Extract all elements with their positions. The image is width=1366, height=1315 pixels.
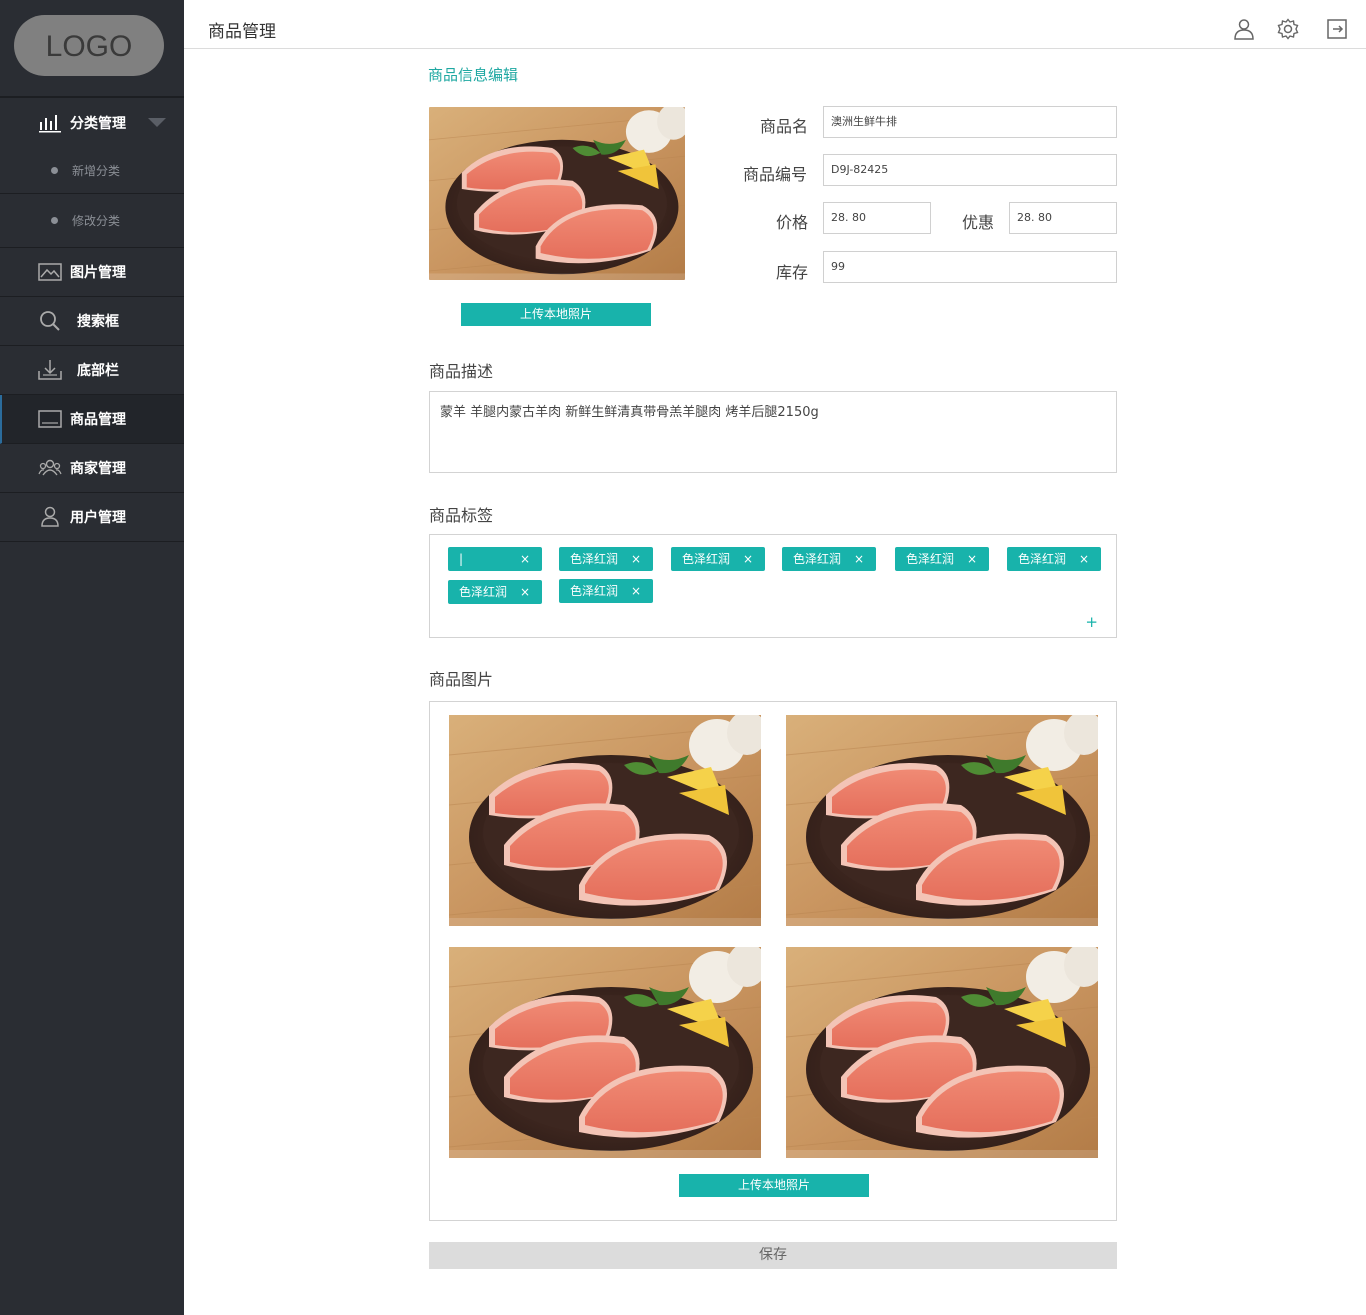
tag-label: 色泽红润 xyxy=(682,552,731,566)
discount-input[interactable]: 28. 80 xyxy=(1009,202,1117,234)
tag-label: 色泽红润 xyxy=(906,552,955,566)
tags-box: | × 色泽红润 × 色泽红润 × 色泽红润 × 色泽红润 × 色泽红润 × 色泽红润 × 色… xyxy=(429,534,1117,638)
sidebar-item-images[interactable]: 图片管理 xyxy=(0,248,184,297)
tag-chip[interactable]: 色泽红润 × xyxy=(1007,547,1101,571)
search-icon xyxy=(38,309,62,333)
sidebar-item-label: 商家管理 xyxy=(70,461,126,477)
editor-title: 商品信息编辑 xyxy=(428,66,519,84)
tag-chip[interactable]: 色泽红润 × xyxy=(559,547,653,571)
stock-input[interactable]: 99 xyxy=(823,251,1117,283)
sidebar-item-label: 底部栏 xyxy=(77,363,119,379)
sidebar-item-products[interactable]: 商品管理 xyxy=(0,395,184,444)
tag-chip[interactable]: 色泽红润 × xyxy=(782,547,876,571)
price-label: 价格 xyxy=(776,213,809,232)
upload-photo-button[interactable]: 上传本地照片 xyxy=(461,303,651,326)
tag-label: 色泽红润 xyxy=(459,585,508,599)
price-input[interactable]: 28. 80 xyxy=(823,202,931,234)
sidebar-item-label: 用户管理 xyxy=(70,510,126,526)
download-tray-icon xyxy=(38,358,62,382)
sidebar: LOGO 分类管理 新增分类 修改分类 图片管理 搜索框 底部栏 商品管理 商家… xyxy=(0,0,184,1315)
page-title: 商品管理 xyxy=(208,22,276,42)
tag-label: | xyxy=(459,552,464,566)
save-button[interactable]: 保存 xyxy=(429,1242,1117,1269)
product-name-label: 商品名 xyxy=(760,117,809,136)
stock-label: 库存 xyxy=(776,263,809,282)
description-label: 商品描述 xyxy=(429,362,494,381)
sidebar-item-label: 分类管理 xyxy=(70,116,126,132)
image-icon xyxy=(38,260,62,284)
tag-chip[interactable]: 色泽红润 × xyxy=(448,580,542,604)
discount-label: 优惠 xyxy=(962,213,995,232)
sidebar-item-footer[interactable]: 底部栏 xyxy=(0,346,184,395)
logo: LOGO xyxy=(14,15,164,76)
top-header: 商品管理 xyxy=(184,0,1366,49)
tag-chip[interactable]: 色泽红润 × xyxy=(895,547,989,571)
main-product-image xyxy=(429,107,685,280)
product-name-input[interactable]: 澳洲生鲜牛排 xyxy=(823,106,1117,138)
description-text: 蒙羊 羊腿内蒙古羊肉 新鲜生鲜清真带骨羔羊腿肉 烤羊后腿2150g xyxy=(440,405,819,420)
sidebar-subitem-label: 修改分类 xyxy=(72,214,121,228)
bullet-icon xyxy=(51,167,58,174)
product-picture[interactable] xyxy=(786,947,1098,1158)
close-icon[interactable]: × xyxy=(520,547,530,571)
users-group-icon xyxy=(38,456,62,480)
pictures-box: 上传本地照片 xyxy=(429,701,1117,1221)
sidebar-item-label: 商品管理 xyxy=(70,412,126,428)
product-picture[interactable] xyxy=(449,947,761,1158)
sidebar-item-label: 搜索框 xyxy=(77,314,119,330)
user-icon xyxy=(38,505,62,529)
bar-chart-icon xyxy=(38,111,62,135)
sidebar-item-category[interactable]: 分类管理 xyxy=(0,98,184,148)
description-textarea[interactable]: 蒙羊 羊腿内蒙古羊肉 新鲜生鲜清真带骨羔羊腿肉 烤羊后腿2150g xyxy=(429,391,1117,473)
tags-label: 商品标签 xyxy=(429,506,494,525)
close-icon[interactable]: × xyxy=(631,579,641,603)
close-icon[interactable]: × xyxy=(520,580,530,604)
close-icon[interactable]: × xyxy=(1079,547,1089,571)
upload-pictures-button[interactable]: 上传本地照片 xyxy=(679,1174,869,1197)
logout-icon[interactable] xyxy=(1326,18,1348,40)
close-icon[interactable]: × xyxy=(854,547,864,571)
tag-label: 色泽红润 xyxy=(570,584,619,598)
tag-chip[interactable]: | × xyxy=(448,547,542,571)
product-picture[interactable] xyxy=(449,715,761,926)
tag-label: 色泽红润 xyxy=(1018,552,1067,566)
user-icon[interactable] xyxy=(1233,18,1255,40)
sidebar-subitem-label: 新增分类 xyxy=(72,164,121,178)
add-tag-icon[interactable]: + xyxy=(1085,613,1098,631)
sidebar-item-users[interactable]: 用户管理 xyxy=(0,493,184,542)
product-code-input[interactable]: D9J-82425 xyxy=(823,154,1117,186)
chevron-down-icon[interactable] xyxy=(148,118,166,127)
bullet-icon xyxy=(51,217,58,224)
tag-label: 色泽红润 xyxy=(793,552,842,566)
close-icon[interactable]: × xyxy=(967,547,977,571)
product-picture[interactable] xyxy=(786,715,1098,926)
sidebar-item-label: 图片管理 xyxy=(70,265,126,281)
monitor-icon xyxy=(38,407,62,431)
tag-label: 色泽红润 xyxy=(570,552,619,566)
tag-chip[interactable]: 色泽红润 × xyxy=(671,547,765,571)
sidebar-item-merchants[interactable]: 商家管理 xyxy=(0,444,184,493)
gear-icon[interactable] xyxy=(1277,18,1299,40)
product-code-label: 商品编号 xyxy=(743,165,808,184)
pictures-label: 商品图片 xyxy=(429,670,494,689)
close-icon[interactable]: × xyxy=(743,547,753,571)
tag-chip[interactable]: 色泽红润 × xyxy=(559,579,653,603)
sidebar-subitem-edit-category[interactable]: 修改分类 xyxy=(0,194,184,247)
sidebar-subitem-add-category[interactable]: 新增分类 xyxy=(0,148,184,193)
close-icon[interactable]: × xyxy=(631,547,641,571)
sidebar-item-search[interactable]: 搜索框 xyxy=(0,297,184,346)
logo-area: LOGO xyxy=(0,0,184,98)
